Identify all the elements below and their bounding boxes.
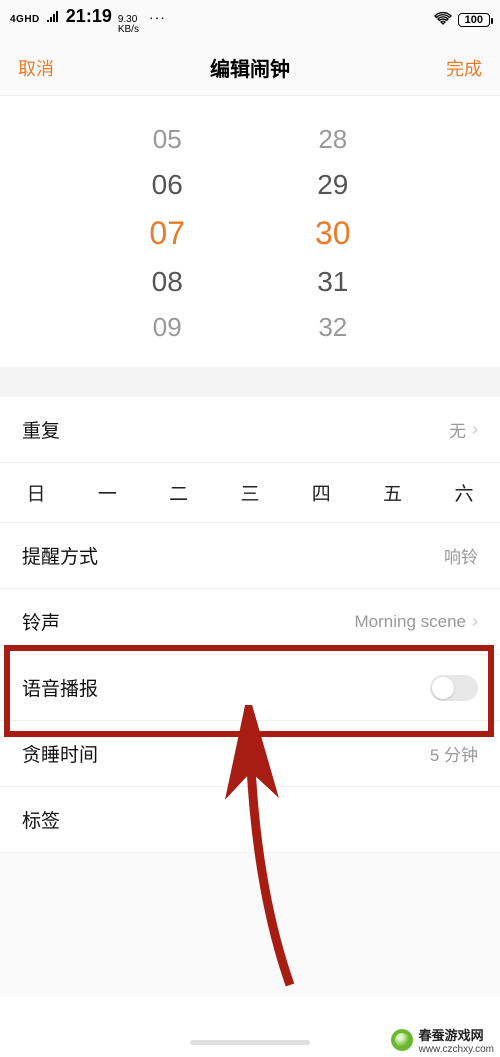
snooze-row[interactable]: 贪睡时间 5 分钟 bbox=[0, 721, 500, 787]
repeat-value: 无 bbox=[449, 417, 466, 442]
tag-row[interactable]: 标签 bbox=[0, 787, 500, 853]
net-speed: 9.30KB/s bbox=[118, 15, 139, 35]
wifi-icon bbox=[434, 11, 452, 30]
weekday-mon[interactable]: 一 bbox=[93, 479, 121, 506]
hour-column[interactable]: 05 06 07 08 09 bbox=[149, 124, 185, 343]
statusbar-right: 100 bbox=[434, 11, 490, 30]
statusbar-left: 4GHD 21:19 9.30KB/s ··· bbox=[10, 6, 166, 35]
weekday-fri[interactable]: 五 bbox=[379, 479, 407, 506]
ringtone-row[interactable]: 铃声 Morning scene › bbox=[0, 589, 500, 655]
snooze-value: 5 分钟 bbox=[430, 741, 478, 766]
hour-selected[interactable]: 07 bbox=[149, 215, 185, 252]
minute-option[interactable]: 32 bbox=[318, 312, 347, 343]
weekday-wed[interactable]: 三 bbox=[236, 479, 264, 506]
signal-icon bbox=[46, 9, 60, 27]
watermark: 春蚕游戏网 www.czchxy.com bbox=[385, 1023, 500, 1057]
status-bar: 4GHD 21:19 9.30KB/s ··· 100 bbox=[0, 0, 500, 40]
weekday-sat[interactable]: 六 bbox=[450, 479, 478, 506]
voice-broadcast-label: 语音播报 bbox=[22, 674, 98, 701]
done-button[interactable]: 完成 bbox=[446, 55, 482, 81]
watermark-url: www.czchxy.com bbox=[419, 1044, 494, 1055]
minute-option[interactable]: 28 bbox=[318, 124, 347, 155]
watermark-logo-icon bbox=[391, 1029, 413, 1051]
voice-broadcast-toggle[interactable] bbox=[430, 675, 478, 701]
page-title: 编辑闹钟 bbox=[210, 53, 290, 82]
tag-label: 标签 bbox=[22, 806, 60, 833]
weekday-row: 日 一 二 三 四 五 六 bbox=[0, 463, 500, 523]
alert-mode-row[interactable]: 提醒方式 响铃 bbox=[0, 523, 500, 589]
hour-option[interactable]: 08 bbox=[152, 266, 183, 298]
ringtone-label: 铃声 bbox=[22, 608, 60, 635]
watermark-name: 春蚕游戏网 bbox=[419, 1028, 484, 1043]
section-gap bbox=[0, 367, 500, 397]
header: 取消 编辑闹钟 完成 bbox=[0, 40, 500, 96]
more-dots-icon: ··· bbox=[149, 9, 166, 25]
weekday-tue[interactable]: 二 bbox=[165, 479, 193, 506]
network-label: 4GHD bbox=[10, 14, 40, 25]
weekday-thu[interactable]: 四 bbox=[307, 479, 335, 506]
weekday-sun[interactable]: 日 bbox=[22, 479, 50, 506]
voice-broadcast-row[interactable]: 语音播报 bbox=[0, 655, 500, 721]
cancel-button[interactable]: 取消 bbox=[18, 55, 54, 81]
repeat-row[interactable]: 重复 无 › bbox=[0, 397, 500, 463]
minute-option[interactable]: 29 bbox=[317, 169, 348, 201]
ringtone-value: Morning scene bbox=[354, 612, 466, 632]
chevron-right-icon: › bbox=[472, 611, 478, 632]
chevron-right-icon: › bbox=[472, 419, 478, 440]
minute-selected[interactable]: 30 bbox=[315, 215, 351, 252]
hour-option[interactable]: 06 bbox=[152, 169, 183, 201]
home-indicator bbox=[190, 1040, 310, 1045]
hour-option[interactable]: 05 bbox=[153, 124, 182, 155]
repeat-label: 重复 bbox=[22, 416, 60, 443]
time-picker[interactable]: 05 06 07 08 09 28 29 30 31 32 bbox=[0, 96, 500, 367]
battery-icon: 100 bbox=[458, 13, 490, 27]
snooze-label: 贪睡时间 bbox=[22, 740, 98, 767]
minute-column[interactable]: 28 29 30 31 32 bbox=[315, 124, 351, 343]
alert-mode-value: 响铃 bbox=[444, 543, 478, 568]
alert-mode-label: 提醒方式 bbox=[22, 542, 98, 569]
minute-option[interactable]: 31 bbox=[317, 266, 348, 298]
statusbar-time: 21:19 bbox=[66, 6, 112, 27]
hour-option[interactable]: 09 bbox=[153, 312, 182, 343]
